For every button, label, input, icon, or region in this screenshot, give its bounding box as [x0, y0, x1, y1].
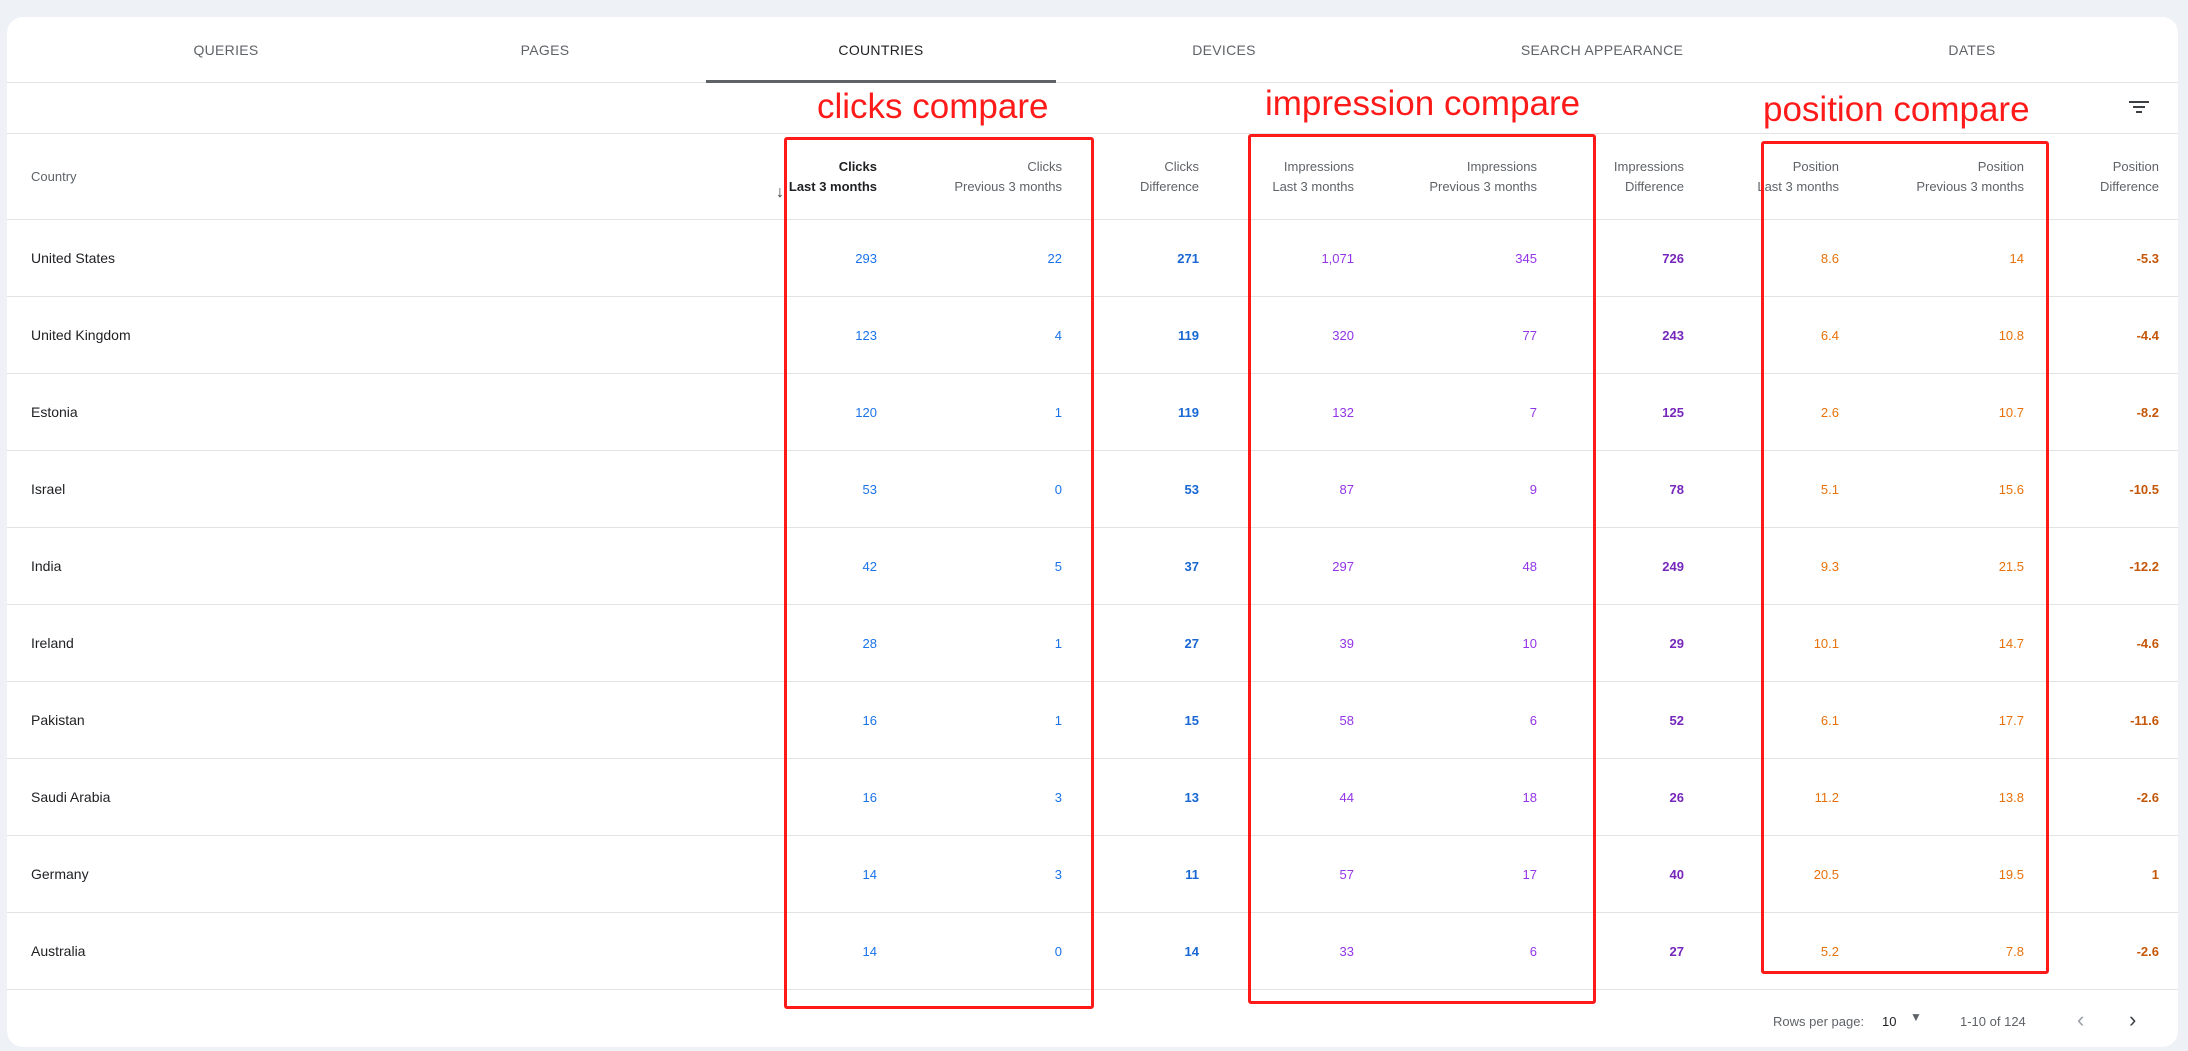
cell-country: United Kingdom [31, 327, 131, 343]
column-header-sublabel: Difference [2099, 178, 2159, 194]
cell-position-difference: 1 [2151, 866, 2159, 882]
column-header-country[interactable]: Country [31, 134, 231, 219]
tab-bar: QUERIES PAGES COUNTRIES DEVICES SEARCH A… [7, 17, 2178, 83]
cell-country: Germany [31, 866, 89, 882]
annotation-box-position [1761, 141, 2049, 974]
cell-country: Australia [31, 943, 86, 959]
chevron-left-icon[interactable]: ‹ [2077, 1007, 2084, 1033]
annotation-impression-compare: impression compare [1265, 84, 1581, 123]
column-header-label: Impressions [1613, 158, 1684, 174]
cell-position-difference: -4.6 [2136, 635, 2159, 651]
cell-position-difference: -4.4 [2136, 327, 2159, 343]
column-header-sublabel: Difference [1139, 178, 1199, 194]
annotation-box-clicks [784, 137, 1094, 1009]
rows-per-page-label: Rows per page: [1773, 1014, 1865, 1029]
dropdown-arrow-icon[interactable]: ▼ [1910, 1010, 1922, 1024]
cell-country: Estonia [31, 404, 78, 420]
cell-position-difference: -2.6 [2136, 943, 2159, 959]
tab-search-appearance[interactable]: SEARCH APPEARANCE [1427, 17, 1777, 82]
cell-position-difference: -5.3 [2136, 250, 2159, 266]
tab-queries[interactable]: QUERIES [51, 17, 401, 82]
column-header-sublabel: Difference [1624, 178, 1684, 194]
cell-position-difference: -11.6 [2130, 712, 2159, 728]
annotation-position-compare: position compare [1763, 90, 2030, 129]
cell-position-difference: -2.6 [2136, 789, 2159, 805]
chevron-right-icon[interactable]: › [2129, 1007, 2136, 1033]
filter-list-icon[interactable] [2126, 94, 2152, 120]
rows-per-page-select[interactable]: 10 [1882, 1014, 1896, 1029]
tab-pages[interactable]: PAGES [370, 17, 720, 82]
tab-countries[interactable]: COUNTRIES [706, 17, 1056, 83]
tab-devices[interactable]: DEVICES [1049, 17, 1399, 82]
column-header-label: Position [2112, 158, 2159, 174]
cell-country: Israel [31, 481, 66, 497]
pagination-range: 1-10 of 124 [1960, 1014, 2026, 1029]
column-header-position-difference[interactable]: Position Difference [2032, 134, 2159, 219]
tab-dates[interactable]: DATES [1797, 17, 2147, 82]
cell-position-difference: -10.5 [2129, 481, 2159, 497]
cell-country: India [31, 558, 62, 574]
cell-country: Ireland [31, 635, 74, 651]
cell-country: Pakistan [31, 712, 85, 728]
column-header-label: Country [31, 168, 77, 184]
cell-country: United States [31, 250, 116, 266]
annotation-box-impressions [1248, 134, 1596, 1004]
cell-position-difference: -8.2 [2136, 404, 2159, 420]
annotation-clicks-compare: clicks compare [817, 87, 1049, 126]
column-header-label: Clicks [1164, 158, 1199, 174]
cell-position-difference: -12.2 [2129, 558, 2159, 574]
cell-country: Saudi Arabia [31, 789, 111, 805]
